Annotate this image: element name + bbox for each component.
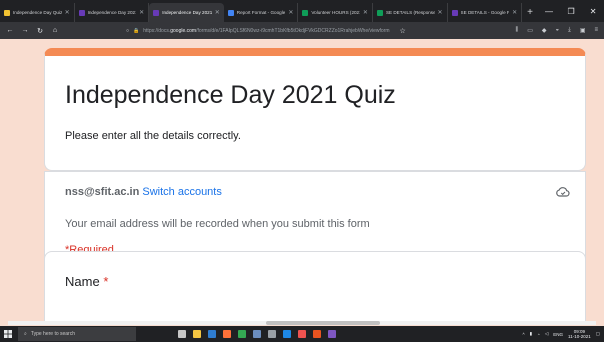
tab-3-active[interactable]: Independence Day 2021 ✕ <box>149 3 224 22</box>
account-email: nss@sfit.ac.in <box>65 186 140 198</box>
restore-icon[interactable]: ❐ <box>560 7 582 16</box>
screenshot-icon[interactable]: ▣ <box>580 27 586 34</box>
url-text: https://docs.google.com/forms/d/e/1FAIpQ… <box>143 27 390 34</box>
tab-6[interactable]: SE DETAILS (Response ✕ <box>373 3 448 22</box>
tab-favicon-icon <box>227 9 234 16</box>
form-page: Independence Day 2021 Quiz Please enter … <box>0 39 604 322</box>
clock-date: 11-10-2021 <box>568 334 591 339</box>
tab-7[interactable]: SE DETAILS - Google Fo ✕ <box>448 3 523 22</box>
search-icon: ⌕ <box>24 331 27 337</box>
media-icon[interactable] <box>298 330 306 338</box>
task-view-icon[interactable] <box>178 330 186 338</box>
shield-icon: ○ <box>126 27 130 34</box>
lock-icon: 🔒 <box>133 27 140 34</box>
volume-icon[interactable]: ◁ <box>545 331 548 337</box>
question-card-name[interactable]: Name * <box>44 251 586 322</box>
browser-toolbar: ← → ↻ ⌂ ○ 🔒 https://docs.google.com/form… <box>0 22 604 39</box>
cloud-saved-icon <box>556 187 570 197</box>
edge-icon[interactable] <box>208 330 216 338</box>
close-window-icon[interactable]: ✕ <box>582 7 604 16</box>
taskbar-apps <box>178 330 336 338</box>
library-icon[interactable]: ⫼ <box>515 27 518 34</box>
tab-label: Independence Day 2021 <box>87 10 137 15</box>
back-arrow-icon[interactable]: ← <box>6 27 14 34</box>
bookmark-star-icon[interactable]: ☆ <box>400 27 406 35</box>
vscode-icon[interactable] <box>283 330 291 338</box>
menu-icon[interactable]: ≡ <box>594 27 598 34</box>
tab-favicon-icon <box>4 9 10 16</box>
tab-label: Report Format - Google <box>236 10 286 15</box>
chrome-icon[interactable] <box>238 330 246 338</box>
notifications-icon[interactable]: ▢ <box>596 331 600 337</box>
search-placeholder: Type here to search <box>30 331 76 337</box>
language-indicator[interactable]: ENG <box>553 332 563 337</box>
new-tab-button[interactable]: + <box>522 3 538 22</box>
tab-close-icon[interactable]: ✕ <box>438 9 443 16</box>
windows-logo-icon <box>4 330 12 338</box>
minimize-icon[interactable]: — <box>538 7 560 16</box>
tab-close-icon[interactable]: ✕ <box>363 9 368 16</box>
tab-label: SE DETAILS (Response <box>385 10 435 15</box>
app-icon[interactable] <box>328 330 336 338</box>
mail-icon[interactable] <box>268 330 276 338</box>
tab-4[interactable]: Report Format - Google ✕ <box>224 3 299 22</box>
tab-label: Volunteer HOURS (2021 <box>311 10 360 15</box>
form-header-card: Independence Day 2021 Quiz Please enter … <box>44 48 586 171</box>
battery-icon[interactable]: ▮ <box>530 331 532 337</box>
tab-close-icon[interactable]: ✕ <box>139 9 144 16</box>
tab-strip: Independence Day Quiz ✕ Independence Day… <box>0 0 604 22</box>
tab-5[interactable]: Volunteer HOURS (2021 ✕ <box>298 3 373 22</box>
tab-2[interactable]: Independence Day 2021 ✕ <box>75 3 150 22</box>
wifi-icon[interactable]: ◔ <box>537 332 540 337</box>
tab-favicon-icon <box>78 9 85 16</box>
forward-arrow-icon[interactable]: → <box>21 27 29 34</box>
tab-label: SE DETAILS - Google Fo <box>460 10 510 15</box>
reload-icon[interactable]: ↻ <box>36 27 44 35</box>
required-asterisk: * <box>103 274 109 289</box>
form-description: Please enter all the details correctly. <box>65 130 241 142</box>
reader-icon[interactable]: ▭ <box>527 27 533 34</box>
pocket-icon[interactable]: ◒ <box>556 27 560 34</box>
file-explorer-icon[interactable] <box>193 330 201 338</box>
download-icon[interactable]: ⤓ <box>568 27 571 34</box>
scrollbar-thumb[interactable] <box>266 321 380 325</box>
tab-close-icon[interactable]: ✕ <box>512 9 517 16</box>
tab-label: Independence Day Quiz <box>13 10 62 15</box>
tab-1[interactable]: Independence Day Quiz ✕ <box>0 3 75 22</box>
switch-accounts-link[interactable]: Switch accounts <box>142 186 221 198</box>
firefox-icon[interactable] <box>223 330 231 338</box>
tab-close-icon[interactable]: ✕ <box>215 9 220 16</box>
toolbar-actions: ⫼ ▭ ◆ ◒ ⤓ ▣ ≡ <box>515 27 598 34</box>
question-label: Name <box>65 274 100 289</box>
tray-chevron-icon[interactable]: ^ <box>522 332 524 337</box>
extension-icon[interactable]: ◆ <box>542 27 547 34</box>
account-line: nss@sfit.ac.in Switch accounts <box>65 186 222 198</box>
clock[interactable]: 09:09 11-10-2021 <box>568 329 591 339</box>
tab-favicon-icon <box>302 9 309 16</box>
tab-favicon-icon <box>376 9 383 16</box>
divider <box>45 171 585 172</box>
form-title: Independence Day 2021 Quiz <box>65 81 396 109</box>
home-icon[interactable]: ⌂ <box>51 27 59 34</box>
tab-favicon-icon <box>451 9 458 16</box>
store-icon[interactable] <box>253 330 261 338</box>
email-record-notice: Your email address will be recorded when… <box>65 218 370 230</box>
horizontal-scrollbar[interactable] <box>8 321 596 325</box>
system-tray: ^ ▮ ◔ ◁ ENG 09:09 11-10-2021 ▢ <box>522 329 604 339</box>
tab-close-icon[interactable]: ✕ <box>65 9 70 16</box>
tab-favicon-icon <box>153 9 160 16</box>
window-controls: — ❐ ✕ <box>538 0 604 22</box>
question-title: Name * <box>65 274 108 289</box>
tab-close-icon[interactable]: ✕ <box>288 9 293 16</box>
address-bar[interactable]: ○ 🔒 https://docs.google.com/forms/d/e/1F… <box>126 25 486 37</box>
taskbar-search-box[interactable]: ⌕ Type here to search <box>18 327 136 341</box>
ubuntu-icon[interactable] <box>313 330 321 338</box>
windows-start-icon[interactable] <box>0 326 16 342</box>
taskbar: ⌕ Type here to search ^ ▮ ◔ ◁ ENG 09:09 … <box>0 326 604 342</box>
tab-label: Independence Day 2021 <box>162 10 212 15</box>
